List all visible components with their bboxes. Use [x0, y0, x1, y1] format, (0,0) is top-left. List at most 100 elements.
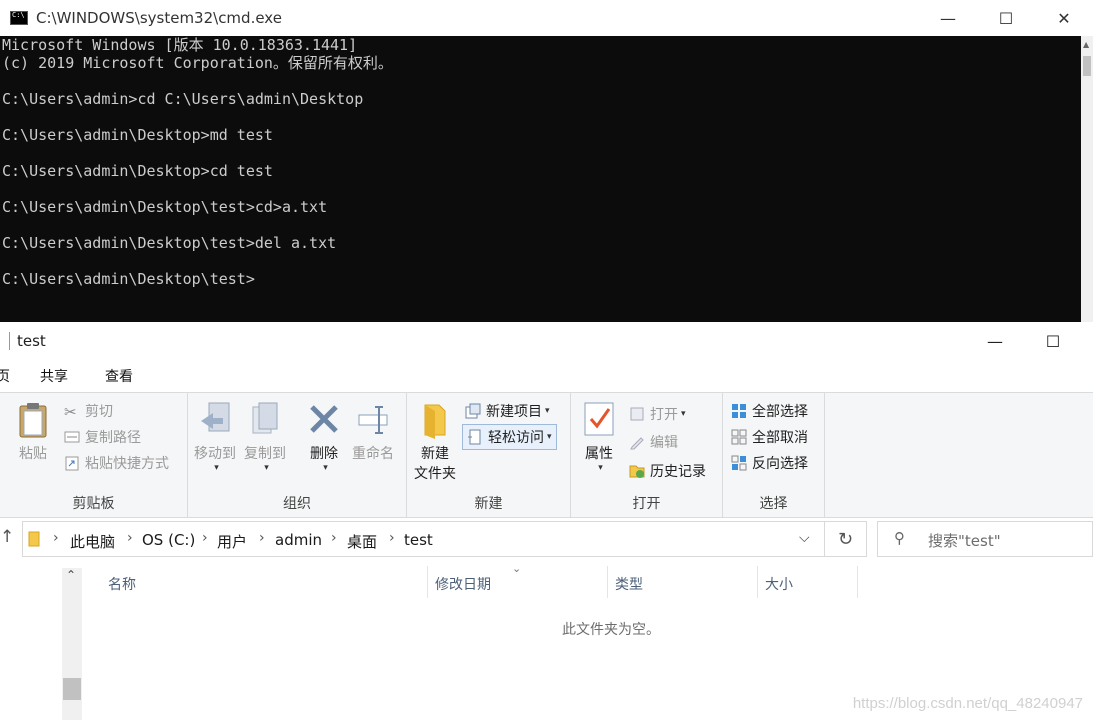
copy-path-label: 复制路径	[85, 430, 141, 446]
cmd-close-button[interactable]: ✕	[1035, 0, 1093, 36]
nav-scroll-thumb[interactable]	[63, 678, 81, 700]
edit-button[interactable]: 编辑	[629, 432, 678, 452]
breadcrumb-admin[interactable]: admin	[275, 531, 322, 549]
cut-button[interactable]: ✂ 剪切	[64, 401, 113, 421]
breadcrumb-desktop[interactable]: 桌面	[347, 531, 377, 552]
delete-button[interactable]: 删除 ▾	[308, 401, 340, 473]
easy-access-button[interactable]: 轻松访问 ▾	[462, 424, 557, 450]
console-line: C:\Users\admin\Desktop\test>cd>a.txt	[2, 198, 328, 216]
new-folder-label-line1: 新建	[421, 446, 449, 462]
address-bar[interactable]: › 此电脑 › OS (C:) › 用户 › admin › 桌面 › test…	[22, 521, 825, 557]
scissors-icon: ✂	[64, 403, 77, 421]
select-group-label: 选择	[759, 496, 788, 512]
up-arrow-icon[interactable]: ↑	[0, 527, 14, 547]
refresh-icon: ↻	[837, 528, 854, 550]
explorer-minimize-button[interactable]: —	[970, 328, 1020, 354]
paste-shortcut-button[interactable]: 粘贴快捷方式	[64, 453, 169, 473]
crumb-separator-icon: ›	[259, 530, 265, 546]
column-divider[interactable]	[857, 566, 858, 598]
tab-file[interactable]: 页	[0, 366, 10, 386]
cmd-window-title: C:\WINDOWS\system32\cmd.exe	[36, 9, 282, 27]
column-header-name[interactable]: 名称	[108, 574, 136, 594]
console-line: C:\Users\admin\Desktop\test>del a.txt	[2, 234, 337, 252]
rename-icon	[358, 406, 388, 434]
empty-folder-message: 此文件夹为空。	[562, 622, 660, 638]
invert-selection-label: 反向选择	[752, 456, 808, 472]
invert-selection-button[interactable]: 反向选择	[731, 453, 808, 473]
column-header-size[interactable]: 大小	[765, 574, 793, 594]
properties-button[interactable]: 属性 ▾	[583, 401, 615, 473]
crumb-separator-icon: ›	[202, 530, 208, 546]
open-button[interactable]: 打开 ▾	[629, 404, 686, 424]
cmd-minimize-button[interactable]: —	[919, 0, 977, 36]
ribbon-group-clipboard: 粘贴 ✂ 剪切 复制路径 粘贴快捷方式 剪贴板	[0, 393, 188, 517]
crumb-separator-icon: ›	[127, 530, 133, 546]
paste-shortcut-label: 粘贴快捷方式	[85, 456, 169, 472]
select-none-label: 全部取消	[752, 430, 808, 446]
cmd-maximize-button[interactable]: ☐	[977, 0, 1035, 36]
select-all-icon	[732, 404, 746, 418]
scroll-up-arrow-icon[interactable]: ▲	[1083, 40, 1089, 49]
column-divider[interactable]	[757, 566, 758, 598]
console-line: C:\Users\admin\Desktop\test>	[2, 270, 255, 288]
properties-checkmark-icon	[584, 402, 614, 436]
console-line: C:\Users\admin\Desktop>cd test	[2, 162, 273, 180]
column-header-modified[interactable]: 修改日期	[435, 574, 491, 594]
tab-share[interactable]: 共享	[40, 366, 68, 386]
search-input[interactable]: ⚲ 搜索"test"	[877, 521, 1093, 557]
navigation-pane: ⌃	[0, 560, 84, 720]
ribbon-tabs: 页 共享 查看	[0, 360, 1093, 392]
address-row: ↑ › 此电脑 › OS (C:) › 用户 › admin › 桌面 › te…	[0, 517, 1093, 560]
tab-view[interactable]: 查看	[105, 366, 133, 386]
console-line: C:\Users\admin\Desktop>md test	[2, 126, 273, 144]
cmd-console[interactable]: Microsoft Windows [版本 10.0.18363.1441] (c…	[0, 36, 1081, 322]
explorer-window: test — ☐ 页 共享 查看 粘贴 ✂ 剪切 复制路径 粘贴快捷方式 剪贴板…	[0, 322, 1093, 720]
breadcrumb-users[interactable]: 用户	[217, 531, 247, 552]
explorer-titlebar[interactable]: test — ☐	[0, 322, 1093, 360]
paste-button[interactable]: 粘贴	[17, 401, 49, 463]
ribbon-group-open: 属性 ▾ 打开 ▾ 编辑 历史记录 打开	[571, 393, 723, 517]
select-none-button[interactable]: 全部取消	[731, 427, 808, 447]
refresh-button[interactable]: ↻	[825, 521, 867, 557]
new-folder-label-line2: 文件夹	[414, 466, 456, 482]
copy-path-button[interactable]: 复制路径	[64, 427, 141, 447]
delete-x-icon	[310, 405, 338, 433]
copy-to-button[interactable]: 复制到 ▾	[244, 401, 286, 473]
search-icon: ⚲	[894, 529, 905, 547]
cut-label: 剪切	[85, 404, 113, 420]
clipboard-icon	[19, 403, 47, 438]
copy-path-icon	[64, 431, 80, 443]
breadcrumb-this-pc[interactable]: 此电脑	[70, 531, 115, 552]
paste-label: 粘贴	[19, 446, 47, 462]
edit-label: 编辑	[650, 435, 678, 451]
watermark-text: https://blog.csdn.net/qq_48240947	[852, 695, 1083, 712]
column-divider[interactable]	[607, 566, 608, 598]
cmd-titlebar[interactable]: C:\WINDOWS\system32\cmd.exe — ☐ ✕	[0, 0, 1093, 36]
copy-to-label: 复制到	[244, 446, 286, 462]
column-header-type[interactable]: 类型	[615, 574, 643, 594]
nav-scrollbar[interactable]: ⌃	[62, 568, 82, 720]
crumb-separator-icon: ›	[53, 530, 59, 546]
select-all-button[interactable]: 全部选择	[731, 401, 808, 421]
column-divider[interactable]	[427, 566, 428, 598]
history-icon	[629, 465, 645, 478]
ribbon-group-select: 全部选择 全部取消 反向选择 选择	[723, 393, 825, 517]
folder-icon	[28, 531, 40, 547]
breadcrumb-test[interactable]: test	[404, 531, 433, 549]
delete-label: 删除	[310, 446, 338, 462]
open-group-label: 打开	[632, 496, 661, 512]
console-line: Microsoft Windows [版本 10.0.18363.1441]	[2, 36, 358, 54]
move-to-button[interactable]: 移动到 ▾	[194, 401, 236, 473]
new-folder-button[interactable]: 新建 文件夹	[414, 401, 456, 483]
new-item-button[interactable]: 新建项目 ▾	[465, 401, 550, 421]
cmd-scroll-thumb[interactable]	[1083, 56, 1091, 76]
scroll-up-arrow-icon[interactable]: ⌃	[66, 568, 76, 582]
explorer-window-title: test	[17, 332, 46, 350]
chevron-down-icon[interactable]: ⌵	[799, 530, 810, 546]
rename-button[interactable]: 重命名	[352, 401, 394, 463]
explorer-maximize-button[interactable]: ☐	[1028, 328, 1078, 354]
cmd-app-icon	[10, 11, 28, 25]
history-button[interactable]: 历史记录	[629, 461, 706, 481]
cmd-scrollbar[interactable]: ▲	[1081, 36, 1093, 322]
breadcrumb-os-c[interactable]: OS (C:)	[142, 531, 195, 549]
